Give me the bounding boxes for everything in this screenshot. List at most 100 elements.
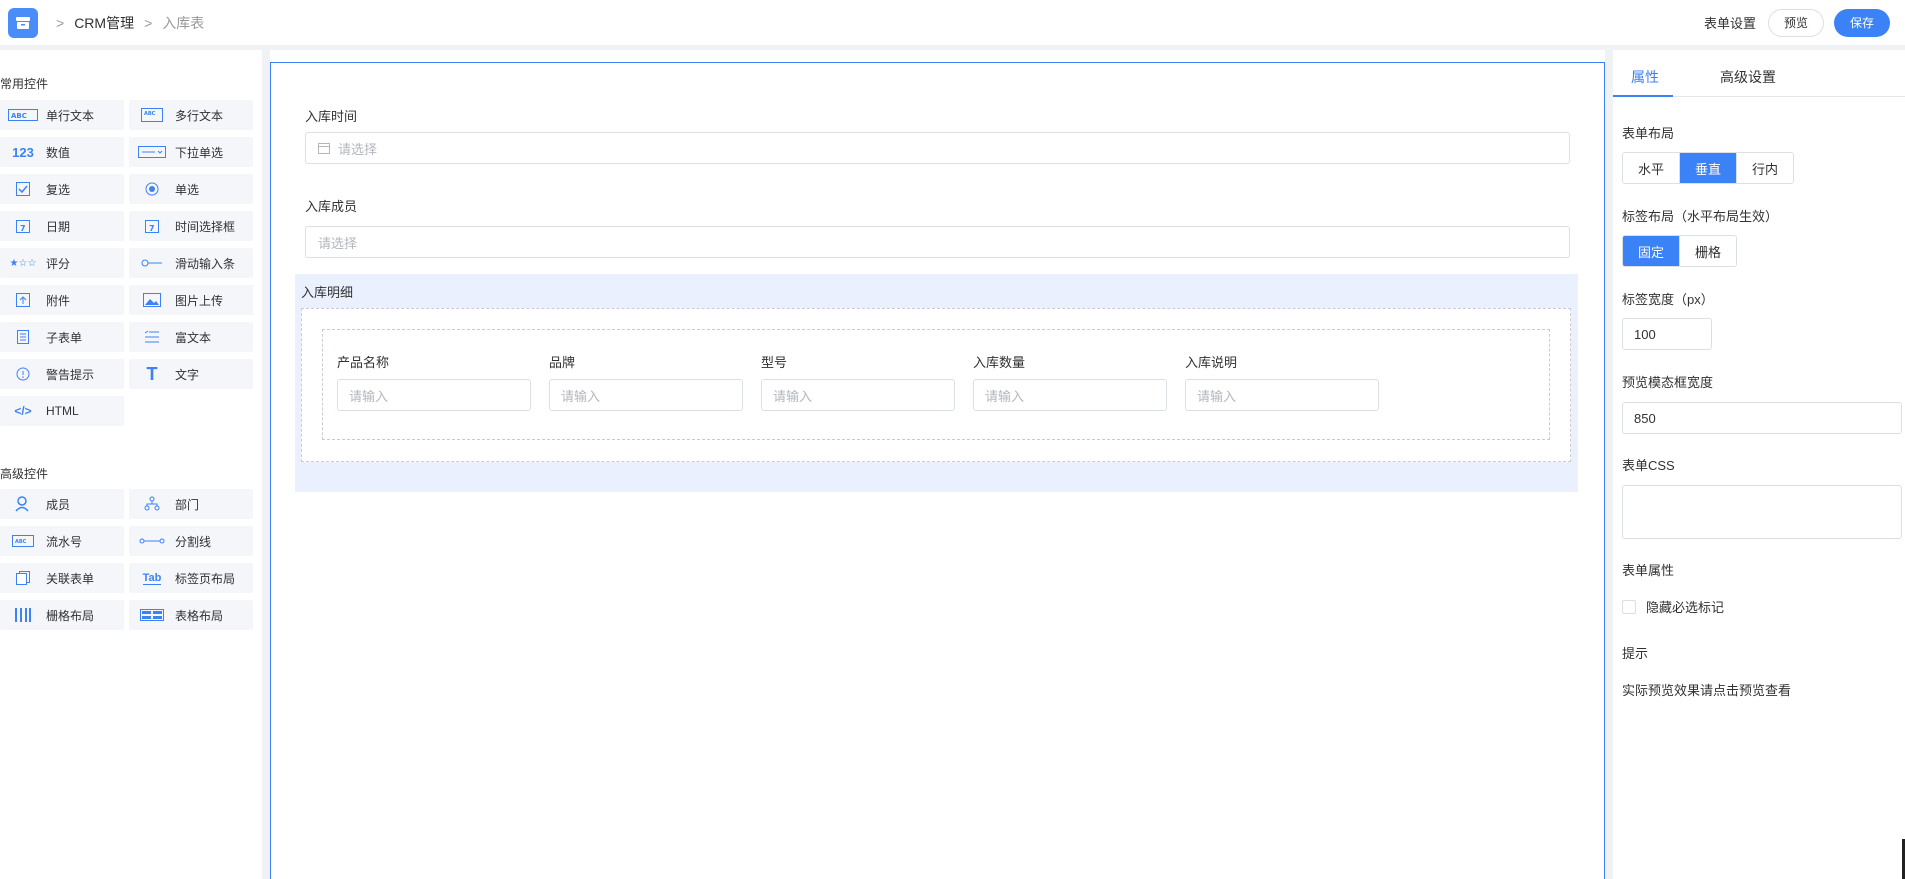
checkbox-box[interactable] [1622,599,1636,614]
model-input[interactable]: 请输入 [761,379,955,411]
widget-member[interactable]: 成员 [0,489,124,519]
properties-tabs: 属性 高级设置 [1613,50,1905,97]
form-css-textarea[interactable] [1622,485,1902,539]
slider-icon [135,258,169,268]
stock-member-input[interactable]: 请选择 [305,226,1570,258]
widget-panel: 常用控件 ABC 单行文本 ABC 多行文本 123 数值 下拉单选 复选 单选 7 日期 7 时间选择… [0,50,262,879]
widget-number[interactable]: 123 数值 [0,137,124,167]
widget-department[interactable]: 部门 [129,489,253,519]
column-label: 产品名称 [337,355,390,370]
header-actions: 表单设置 预览 保存 [1704,0,1890,45]
breadcrumb-crm[interactable]: CRM管理 [74,13,134,33]
svg-text:ABC: ABC [144,111,156,117]
widget-grid-layout[interactable]: 栅格布局 [0,600,124,630]
widget-divider[interactable]: 分割线 [129,526,253,556]
widget-table-layout[interactable]: 表格布局 [129,600,253,630]
widget-label: 富文本 [175,330,212,345]
properties-panel: 属性 高级设置 表单布局 水平 垂直 行内 标签布局（水平布局生效） 固定 栅格… [1613,50,1905,879]
label-layout-grid-option[interactable]: 栅格 [1680,236,1736,266]
attachment-icon [6,293,40,307]
svg-text:7: 7 [149,224,155,233]
field-label-stock-member: 入库成员 [305,199,358,214]
advanced-widgets-title: 高级控件 [0,467,49,481]
widget-label: 时间选择框 [175,219,236,234]
preview-button[interactable]: 预览 [1767,8,1824,37]
text-icon: T [146,363,158,384]
widget-rich-text[interactable]: 富文本 [129,322,253,352]
label-layout-fixed-option[interactable]: 固定 [1623,236,1681,266]
widget-text[interactable]: T 文字 [129,359,253,389]
layout-horizontal-option[interactable]: 水平 [1623,153,1681,183]
grid-layout-icon [6,608,40,622]
label-width-label: 标签宽度（px） [1622,292,1714,307]
widget-image-upload[interactable]: 图片上传 [129,285,253,315]
form-layout-segmented: 水平 垂直 行内 [1622,152,1795,184]
widget-rating[interactable]: ★☆☆ 评分 [0,248,124,278]
widget-tab-layout[interactable]: Tab 标签页布局 [129,563,253,593]
widget-label: 附件 [46,293,71,308]
widget-linked-form[interactable]: 关联表单 [0,563,124,593]
widget-label: 警告提示 [46,367,95,382]
widget-label: HTML [46,404,79,418]
app-logo-icon[interactable] [8,7,38,38]
description-input[interactable]: 请输入 [1185,379,1379,411]
widget-label: 单行文本 [46,108,95,123]
widget-label: 日期 [46,219,71,234]
quantity-input[interactable]: 请输入 [973,379,1167,411]
rating-icon: ★☆☆ [9,257,37,269]
modal-width-input[interactable]: 850 [1622,402,1902,434]
tab-advanced-settings[interactable]: 高级设置 [1720,67,1776,87]
widget-checkbox[interactable]: 复选 [0,174,124,204]
widget-multi-line-text[interactable]: ABC 多行文本 [129,100,253,130]
widget-html[interactable]: </> HTML [0,396,124,426]
widget-alert[interactable]: 警告提示 [0,359,124,389]
widget-time[interactable]: 7 时间选择框 [129,211,253,241]
widget-dropdown[interactable]: 下拉单选 [129,137,253,167]
layout-inline-option[interactable]: 行内 [1737,153,1793,183]
subform-title: 入库明细 [301,285,354,300]
widget-label: 多行文本 [175,108,224,123]
widget-label: 分割线 [175,534,212,549]
hide-required-checkbox[interactable]: 隐藏必选标记 [1622,597,1724,616]
widget-slider[interactable]: 滑动输入条 [129,248,253,278]
widget-label: 成员 [46,497,71,512]
widget-label: 文字 [175,367,200,382]
checkbox-icon [6,182,40,196]
panel-divider [262,50,270,879]
breadcrumb-current: 入库表 [162,14,205,31]
alert-icon [6,367,40,381]
hint-text: 实际预览效果请点击预览查看 [1622,683,1792,698]
product-name-input[interactable]: 请输入 [337,379,531,411]
brand-input[interactable]: 请输入 [549,379,743,411]
layout-vertical-option[interactable]: 垂直 [1680,153,1738,183]
widget-label: 数值 [46,145,71,160]
single-line-text-icon: ABC [6,109,40,121]
label-width-input[interactable]: 100 [1622,318,1712,350]
widget-serial-number[interactable]: ABC 流水号 [0,526,124,556]
department-icon [135,496,169,512]
radio-icon [135,182,169,196]
widget-label: 标签页布局 [175,571,236,586]
common-widgets-grid: ABC 单行文本 ABC 多行文本 123 数值 下拉单选 复选 单选 7 日期 7 时间选择框 ★☆☆ 评… [0,100,255,426]
widget-label: 子表单 [46,330,83,345]
common-widgets-title: 常用控件 [0,77,49,91]
subform-block[interactable]: 入库明细 产品名称 请输入 品牌 请输入 型号 请输入 入库数量 请输入 入库说… [295,274,1578,492]
form-settings-link[interactable]: 表单设置 [1704,13,1756,32]
table-layout-icon [135,609,169,621]
widget-label: 栅格布局 [46,608,95,623]
widget-single-line-text[interactable]: ABC 单行文本 [0,100,124,130]
tab-layout-icon: Tab [142,571,162,585]
save-button[interactable]: 保存 [1833,8,1890,37]
widget-label: 单选 [175,182,200,197]
widget-attachment[interactable]: 附件 [0,285,124,315]
calendar-icon [318,142,330,154]
image-upload-icon [135,293,169,307]
dropdown-icon [135,146,169,158]
widget-radio[interactable]: 单选 [129,174,253,204]
html-icon: </> [14,404,32,418]
widget-subform[interactable]: 子表单 [0,322,124,352]
hide-required-label: 隐藏必选标记 [1646,600,1725,615]
widget-date[interactable]: 7 日期 [0,211,124,241]
stock-time-input[interactable]: 请选择 [305,132,1570,164]
tab-attributes[interactable]: 属性 [1631,67,1659,87]
